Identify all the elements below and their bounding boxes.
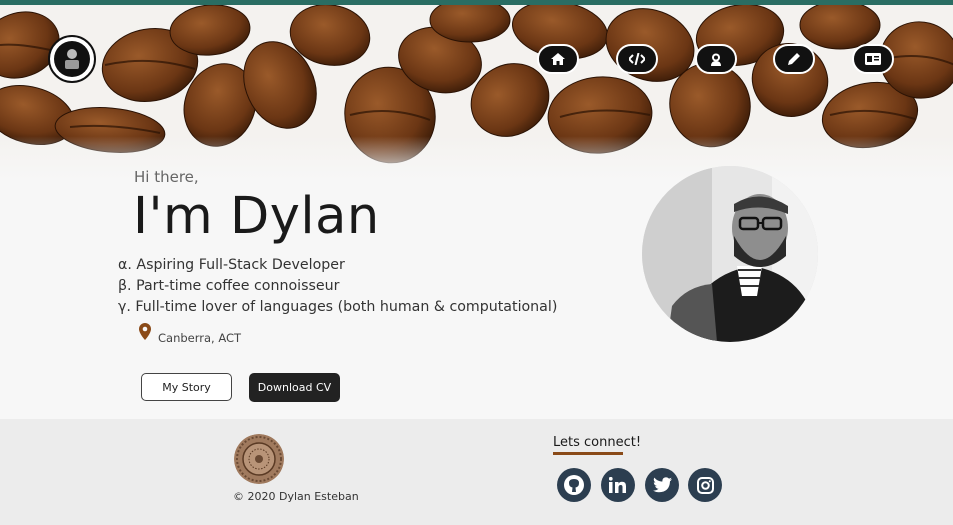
intro-list: α. Aspiring Full-Stack Developer β. Part…	[118, 255, 557, 318]
linkedin-icon	[609, 477, 626, 493]
nav-contact-button[interactable]	[852, 44, 894, 74]
hero-name: I'm Dylan	[133, 187, 380, 246]
intro-item: β. Part-time coffee connoisseur	[118, 278, 340, 294]
seal-logo	[234, 434, 284, 484]
site-logo[interactable]	[48, 35, 96, 83]
map-pin-icon	[139, 323, 151, 340]
intro-item: α. Aspiring Full-Stack Developer	[118, 257, 345, 273]
hero-section: Hi there, I'm Dylan α. Aspiring Full-Sta…	[0, 5, 953, 419]
nav-home-button[interactable]	[537, 44, 579, 74]
my-story-button[interactable]: My Story	[141, 373, 232, 401]
nav-blog-button[interactable]	[773, 44, 815, 74]
home-icon	[551, 53, 565, 65]
github-link[interactable]	[557, 468, 591, 502]
developer-avatar-icon	[54, 41, 90, 77]
pen-icon	[788, 53, 800, 65]
connect-heading: Lets connect!	[553, 435, 642, 450]
id-card-icon	[865, 53, 881, 65]
profile-photo	[642, 166, 818, 342]
connect-underline	[553, 452, 623, 455]
location-text: Canberra, ACT	[158, 331, 242, 345]
copyright-text: © 2020 Dylan Esteban	[233, 490, 359, 503]
linkedin-link[interactable]	[601, 468, 635, 502]
twitter-link[interactable]	[645, 468, 679, 502]
nav-code-button[interactable]	[616, 44, 658, 74]
user-astronaut-icon	[711, 53, 721, 66]
code-icon	[629, 53, 645, 65]
instagram-link[interactable]	[688, 468, 722, 502]
github-icon	[564, 475, 584, 495]
twitter-icon	[652, 477, 672, 493]
intro-item: γ. Full-time lover of languages (both hu…	[118, 299, 558, 315]
download-cv-button[interactable]: Download CV	[249, 373, 340, 402]
nav-about-button[interactable]	[695, 44, 737, 74]
footer	[0, 419, 953, 525]
greeting-text: Hi there,	[134, 168, 199, 186]
instagram-icon	[696, 476, 714, 494]
coffee-beans-banner	[0, 5, 953, 180]
